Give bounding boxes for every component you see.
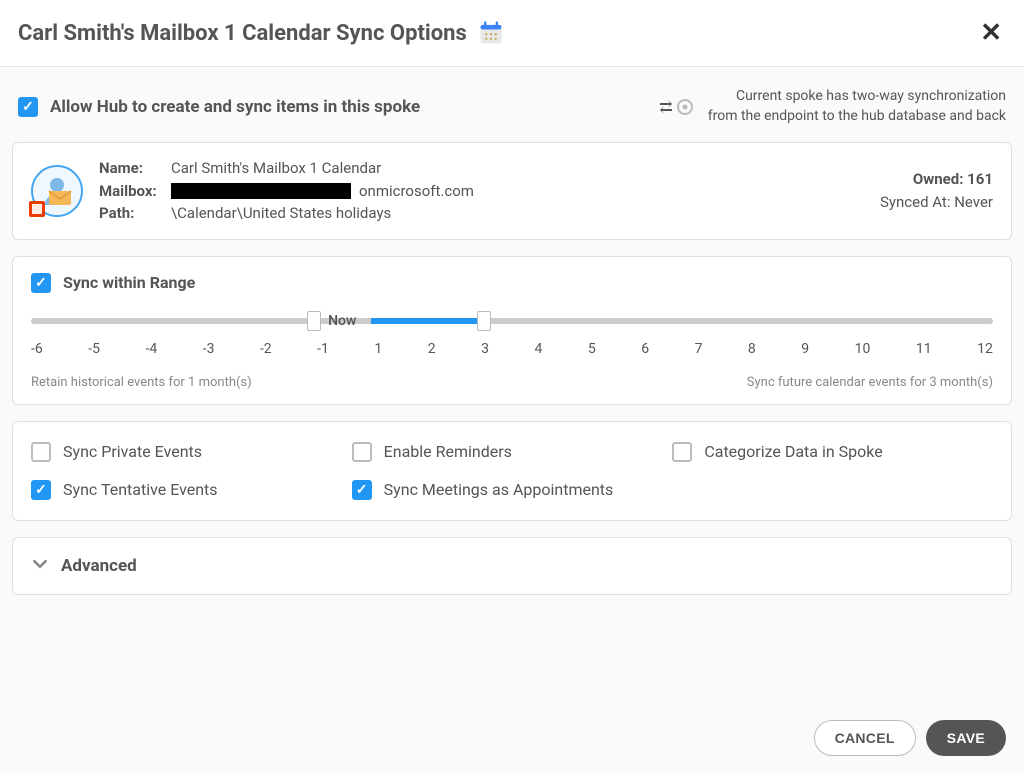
sync-range-label: Sync within Range: [63, 273, 195, 292]
synced-at-label: Synced At:: [880, 193, 950, 211]
sync-private-checkbox[interactable]: [31, 442, 51, 462]
advanced-label: Advanced: [61, 556, 137, 576]
path-label: Path:: [99, 202, 163, 225]
spoke-info-card: Name: Carl Smith's Mailbox 1 Calendar Ma…: [12, 142, 1012, 240]
categorize-checkbox[interactable]: [672, 442, 692, 462]
mailbox-suffix: onmicrosoft.com: [359, 180, 474, 203]
retain-caption: Retain historical events for 1 month(s): [31, 375, 252, 390]
allow-hub-checkbox[interactable]: [18, 97, 38, 117]
sync-range-card: Sync within Range Now -6-5-4-3-2-1123456…: [12, 256, 1012, 405]
owned-label: Owned:: [913, 170, 964, 188]
name-value: Carl Smith's Mailbox 1 Calendar: [171, 157, 381, 180]
cancel-button[interactable]: CANCEL: [814, 720, 916, 756]
allow-hub-row: Allow Hub to create and sync items in th…: [12, 83, 1012, 142]
sync-tentative-label: Sync Tentative Events: [63, 480, 218, 499]
chevron-down-icon: [33, 556, 47, 575]
range-handle-right[interactable]: [477, 311, 491, 331]
enable-reminders-label: Enable Reminders: [384, 442, 512, 461]
dialog-footer: CANCEL SAVE: [0, 704, 1024, 772]
mailbox-label: Mailbox:: [99, 180, 163, 203]
two-way-sync-icon: [658, 97, 694, 117]
sync-tentative-checkbox[interactable]: [31, 480, 51, 500]
dialog-header: Carl Smith's Mailbox 1 Calendar Sync Opt…: [0, 0, 1024, 67]
sync-private-label: Sync Private Events: [63, 442, 202, 461]
sync-meetings-checkbox[interactable]: [352, 480, 372, 500]
range-handle-left[interactable]: [307, 311, 321, 331]
mailbox-avatar-icon: [31, 165, 83, 217]
allow-hub-label: Allow Hub to create and sync items in th…: [50, 97, 420, 117]
synced-at-value: Never: [954, 193, 993, 211]
save-button[interactable]: SAVE: [926, 720, 1006, 756]
mailbox-redacted: [171, 183, 351, 199]
range-slider[interactable]: Now: [31, 311, 993, 331]
range-ticks: -6-5-4-3-2-1123456789101112: [31, 341, 993, 357]
dialog-title: Carl Smith's Mailbox 1 Calendar Sync Opt…: [18, 21, 467, 46]
sync-mode-description: Current spoke has two-way synchronizatio…: [708, 87, 1006, 126]
path-value: \Calendar\United States holidays: [171, 202, 391, 225]
name-label: Name:: [99, 157, 163, 180]
sync-meetings-label: Sync Meetings as Appointments: [384, 480, 614, 499]
future-caption: Sync future calendar events for 3 month(…: [747, 375, 993, 390]
now-marker: Now: [328, 313, 356, 329]
enable-reminders-checkbox[interactable]: [352, 442, 372, 462]
owned-value: 161: [967, 170, 993, 188]
sync-range-checkbox[interactable]: [31, 273, 51, 293]
advanced-toggle[interactable]: Advanced: [12, 537, 1012, 595]
sync-options-card: Sync Private Events Enable Reminders Cat…: [12, 421, 1012, 521]
categorize-label: Categorize Data in Spoke: [704, 442, 882, 461]
close-button[interactable]: ✕: [976, 14, 1006, 52]
calendar-icon: [477, 19, 505, 47]
